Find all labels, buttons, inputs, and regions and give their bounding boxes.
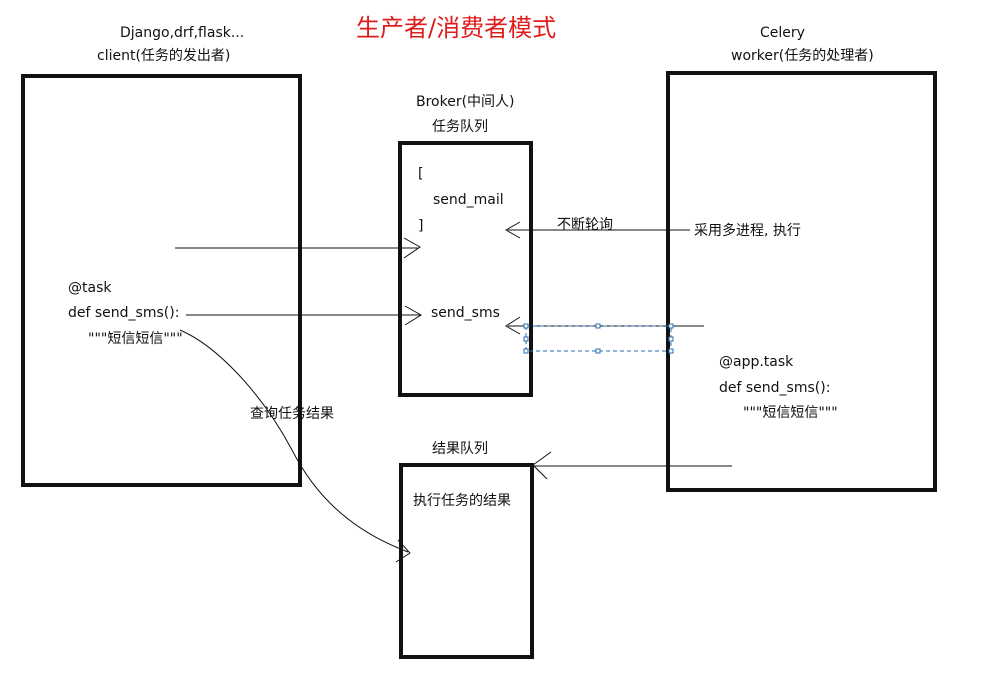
arrowhead-icon <box>504 221 521 239</box>
worker-def-line: def send_sms(): <box>719 380 831 396</box>
arrowhead-icon <box>395 539 411 563</box>
worker-decorator: @app.task <box>719 354 794 370</box>
arrowhead-icon <box>505 316 521 335</box>
selection-box <box>523 323 674 354</box>
result-queue-label: 结果队列 <box>432 441 488 457</box>
multiprocess-annotation: 采用多进程, 执行 <box>694 223 801 239</box>
worker-docstring: """短信短信""" <box>743 405 838 421</box>
worker-role-label: worker(任务的处理者) <box>731 48 874 64</box>
worker-name-label: Celery <box>760 25 805 41</box>
queue-open-bracket: [ <box>418 166 424 182</box>
arrowhead-icon <box>532 451 552 480</box>
client-def-line: def send_sms(): <box>68 305 180 321</box>
broker-label: Broker(中间人) <box>416 94 515 110</box>
arrow-query-result <box>179 329 409 553</box>
query-result-annotation: 查询任务结果 <box>250 406 334 422</box>
client-role-label: client(任务的发出者) <box>97 48 231 64</box>
queue-close-bracket: ] <box>418 218 424 234</box>
client-box <box>21 74 302 487</box>
queue-item-send-sms: send_sms <box>431 305 500 321</box>
result-queue-content: 执行任务的结果 <box>413 493 511 509</box>
client-docstring: """短信短信""" <box>88 331 183 347</box>
arrowhead-icon <box>403 237 421 259</box>
queue-item-send-mail: send_mail <box>433 192 504 208</box>
task-queue-label: 任务队列 <box>432 119 488 135</box>
worker-box <box>666 71 937 492</box>
client-frameworks-label: Django,drf,flask... <box>120 25 245 41</box>
arrowhead-icon <box>404 305 422 326</box>
polling-annotation: 不断轮询 <box>557 217 613 233</box>
diagram-title: 生产者/消费者模式 <box>356 14 557 42</box>
client-decorator: @task <box>68 280 112 296</box>
